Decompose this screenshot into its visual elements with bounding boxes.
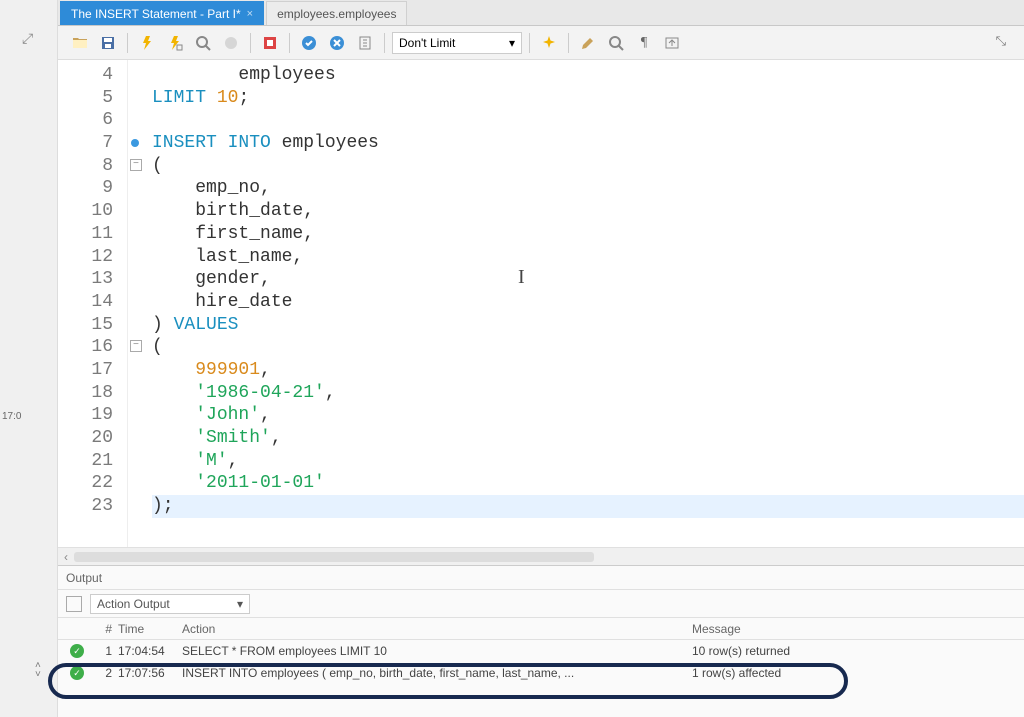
output-panel-title: Output <box>58 566 1024 590</box>
output-mode-label: Action Output <box>97 597 170 611</box>
tab-label: The INSERT Statement - Part I* <box>71 7 241 21</box>
success-icon: ✓ <box>70 644 84 658</box>
limit-label: Don't Limit <box>399 36 455 50</box>
code-line[interactable]: 'John', <box>152 404 1024 427</box>
code-line[interactable]: employees <box>152 64 1024 87</box>
open-file-icon[interactable] <box>68 31 92 55</box>
output-copy-icon[interactable] <box>66 596 82 612</box>
row-action: INSERT INTO employees ( emp_no, birth_da… <box>182 666 692 680</box>
export-icon[interactable] <box>353 31 377 55</box>
expand-panel-icon[interactable]: ⤢ <box>22 30 33 47</box>
code-line[interactable]: ( <box>152 336 1024 359</box>
line-number-gutter: 4567891011121314151617181920212223 <box>58 60 128 547</box>
code-line[interactable]: hire_date <box>152 291 1024 314</box>
code-line[interactable]: 'M', <box>152 450 1024 473</box>
code-area[interactable]: employeesLIMIT 10; INSERT INTO employees… <box>146 60 1024 547</box>
side-scroll-arrows[interactable]: ˄˅ <box>35 661 41 679</box>
output-grid-body: ✓ 117:04:54SELECT * FROM employees LIMIT … <box>58 640 1024 684</box>
code-line[interactable] <box>152 109 1024 132</box>
code-line[interactable]: ) VALUES <box>152 314 1024 337</box>
side-time-chip: 17:0 <box>2 411 21 422</box>
fold-toggle-icon[interactable]: − <box>130 340 142 352</box>
tab-employees[interactable]: employees.employees <box>266 1 407 25</box>
code-line[interactable]: birth_date, <box>152 200 1024 223</box>
toggle-autocommit-icon[interactable] <box>258 31 282 55</box>
row-action: SELECT * FROM employees LIMIT 10 <box>182 644 692 658</box>
output-toolbar: Action Output ▾ <box>58 590 1024 618</box>
row-time: 17:04:54 <box>118 644 182 658</box>
collapse-icon[interactable]: ⤡ <box>996 33 1006 49</box>
row-time: 17:07:56 <box>118 666 182 680</box>
code-line[interactable]: ); <box>152 495 1024 518</box>
output-row[interactable]: ✓ 217:07:56INSERT INTO employees ( emp_no… <box>58 662 1024 684</box>
stop-icon[interactable] <box>219 31 243 55</box>
chevron-down-icon: ▾ <box>237 597 243 611</box>
success-icon: ✓ <box>70 666 84 680</box>
col-message-header: Message <box>692 622 1024 636</box>
scrollbar-track[interactable] <box>74 552 594 562</box>
execute-icon[interactable] <box>135 31 159 55</box>
col-action-header: Action <box>182 622 692 636</box>
tab-label: employees.employees <box>277 7 396 21</box>
output-row[interactable]: ✓ 117:04:54SELECT * FROM employees LIMIT … <box>58 640 1024 662</box>
row-message: 10 row(s) returned <box>692 644 1024 658</box>
text-cursor-icon: I <box>518 266 525 289</box>
output-grid-header: # Time Action Message <box>58 618 1024 640</box>
code-line[interactable]: first_name, <box>152 223 1024 246</box>
row-index: 1 <box>90 644 118 658</box>
sql-toolbar: Don't Limit ▾ ¶ ⤡ <box>58 26 1024 60</box>
limit-rows-dropdown[interactable]: Don't Limit ▾ <box>392 32 522 54</box>
code-line[interactable]: last_name, <box>152 246 1024 269</box>
search-icon[interactable] <box>604 31 628 55</box>
commit-icon[interactable] <box>297 31 321 55</box>
save-icon[interactable] <box>96 31 120 55</box>
code-line[interactable]: emp_no, <box>152 177 1024 200</box>
main-area: The INSERT Statement - Part I* × employe… <box>58 0 1024 717</box>
beautify-icon[interactable] <box>537 31 561 55</box>
code-line[interactable]: 'Smith', <box>152 427 1024 450</box>
execute-current-icon[interactable] <box>163 31 187 55</box>
brush-icon[interactable] <box>576 31 600 55</box>
fold-column: −− <box>128 60 146 547</box>
explain-icon[interactable] <box>191 31 215 55</box>
code-line[interactable]: 999901, <box>152 359 1024 382</box>
fold-toggle-icon[interactable]: − <box>130 159 142 171</box>
sql-editor[interactable]: 4567891011121314151617181920212223 −− em… <box>58 60 1024 547</box>
row-message: 1 row(s) affected <box>692 666 1024 680</box>
code-line[interactable]: ( <box>152 155 1024 178</box>
tab-insert-statement[interactable]: The INSERT Statement - Part I* × <box>60 1 264 25</box>
breakpoint-dot-icon[interactable] <box>131 139 139 147</box>
scroll-left-icon[interactable]: ‹ <box>64 550 68 564</box>
pilcrow-icon[interactable]: ¶ <box>632 31 656 55</box>
code-line[interactable]: '2011-01-01' <box>152 472 1024 495</box>
output-mode-dropdown[interactable]: Action Output ▾ <box>90 594 250 614</box>
code-line[interactable]: '1986-04-21', <box>152 382 1024 405</box>
editor-horizontal-scrollbar[interactable]: ‹ <box>58 547 1024 565</box>
tab-bar: The INSERT Statement - Part I* × employe… <box>58 0 1024 26</box>
code-line[interactable]: INSERT INTO employees <box>152 132 1024 155</box>
shortcuts-icon[interactable] <box>660 31 684 55</box>
rollback-icon[interactable] <box>325 31 349 55</box>
chevron-down-icon: ▾ <box>509 36 515 50</box>
row-index: 2 <box>90 666 118 680</box>
output-panel: Output Action Output ▾ # Time Action Mes… <box>58 565 1024 717</box>
col-num-header: # <box>90 622 118 636</box>
col-time-header: Time <box>118 622 182 636</box>
close-icon[interactable]: × <box>247 8 253 20</box>
left-panel: ⤢ 17:0 ˄˅ <box>0 0 58 717</box>
code-line[interactable]: gender, <box>152 268 1024 291</box>
code-line[interactable]: LIMIT 10; <box>152 87 1024 110</box>
